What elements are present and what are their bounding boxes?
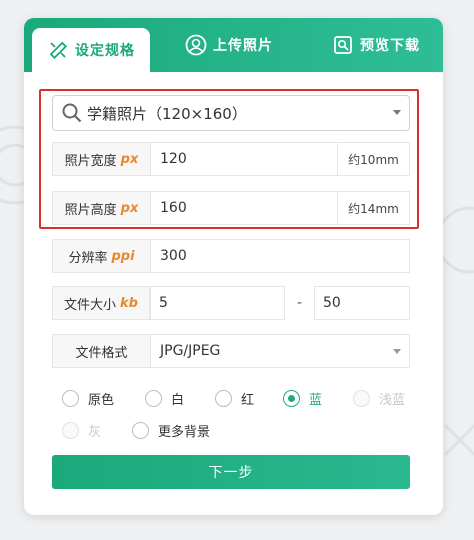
file-size-max-input[interactable]: 50 [314, 286, 410, 320]
chevron-down-icon [393, 349, 401, 354]
bg-cross-icon [443, 423, 474, 457]
height-field: 照片高度 px 160 约14mm [52, 191, 410, 225]
next-step-button[interactable]: 下一步 [52, 455, 410, 489]
bg-option-original[interactable]: 原色 [62, 389, 114, 408]
radio-circle [353, 390, 370, 407]
tab-upload-photo[interactable]: 上传照片 [174, 18, 284, 72]
height-label: 照片高度 px [53, 192, 151, 224]
preview-download-icon [332, 34, 354, 56]
bg-option-gray[interactable]: 灰 [62, 421, 101, 440]
ruler-pencil-icon [47, 39, 69, 61]
resolution-label: 分辨率 ppi [53, 240, 151, 272]
width-field: 照片宽度 px 120 约10mm [52, 142, 410, 176]
height-mm: 约14mm [337, 192, 409, 224]
file-size-unit: kb [120, 295, 138, 311]
tab-set-spec[interactable]: 设定规格 [32, 28, 150, 72]
tab-bar: 设定规格 上传照片 预览下载 [24, 18, 443, 72]
height-input[interactable]: 160 [152, 192, 339, 224]
tab-label: 预览下载 [360, 38, 420, 54]
format-label: 文件格式 [53, 335, 151, 367]
resolution-input[interactable]: 300 [152, 240, 411, 272]
radio-circle [62, 422, 79, 439]
format-select-value[interactable]: JPG/JPEG [152, 335, 411, 367]
file-size-label: 文件大小 kb [52, 286, 150, 320]
radio-circle [145, 390, 162, 407]
bg-option-red[interactable]: 红 [215, 389, 254, 408]
format-field[interactable]: 文件格式 JPG/JPEG [52, 334, 410, 368]
tab-preview-download[interactable]: 预览下载 [316, 18, 436, 72]
width-mm: 约10mm [337, 143, 409, 175]
radio-circle [62, 390, 79, 407]
bg-option-more[interactable]: 更多背景 [132, 421, 210, 440]
bg-option-blue[interactable]: 蓝 [283, 389, 322, 408]
width-unit: px [120, 151, 139, 167]
file-size-min-input[interactable]: 5 [150, 286, 285, 320]
file-size-field: 文件大小 kb 5 - 50 [52, 286, 410, 320]
radio-circle [215, 390, 232, 407]
range-separator: - [296, 295, 303, 311]
bg-option-white[interactable]: 白 [145, 389, 184, 408]
resolution-unit: ppi [111, 248, 135, 264]
id-photo-panel: 设定规格 上传照片 预览下载 学籍照片（120×160） 照片宽度 px 120 … [24, 18, 443, 515]
bg-option-light-blue[interactable]: 浅蓝 [353, 389, 405, 408]
chevron-down-icon [393, 110, 401, 115]
resolution-field: 分辨率 ppi 300 [52, 239, 410, 273]
spec-select-value: 学籍照片（120×160） [87, 104, 247, 123]
width-label: 照片宽度 px [53, 143, 151, 175]
tab-label: 设定规格 [75, 43, 135, 59]
search-icon [62, 103, 82, 123]
radio-circle [283, 390, 300, 407]
tab-label: 上传照片 [213, 38, 273, 54]
portrait-upload-icon [185, 34, 207, 56]
radio-circle [132, 422, 149, 439]
width-input[interactable]: 120 [152, 143, 339, 175]
spec-select[interactable]: 学籍照片（120×160） [52, 95, 410, 131]
height-unit: px [120, 200, 139, 216]
